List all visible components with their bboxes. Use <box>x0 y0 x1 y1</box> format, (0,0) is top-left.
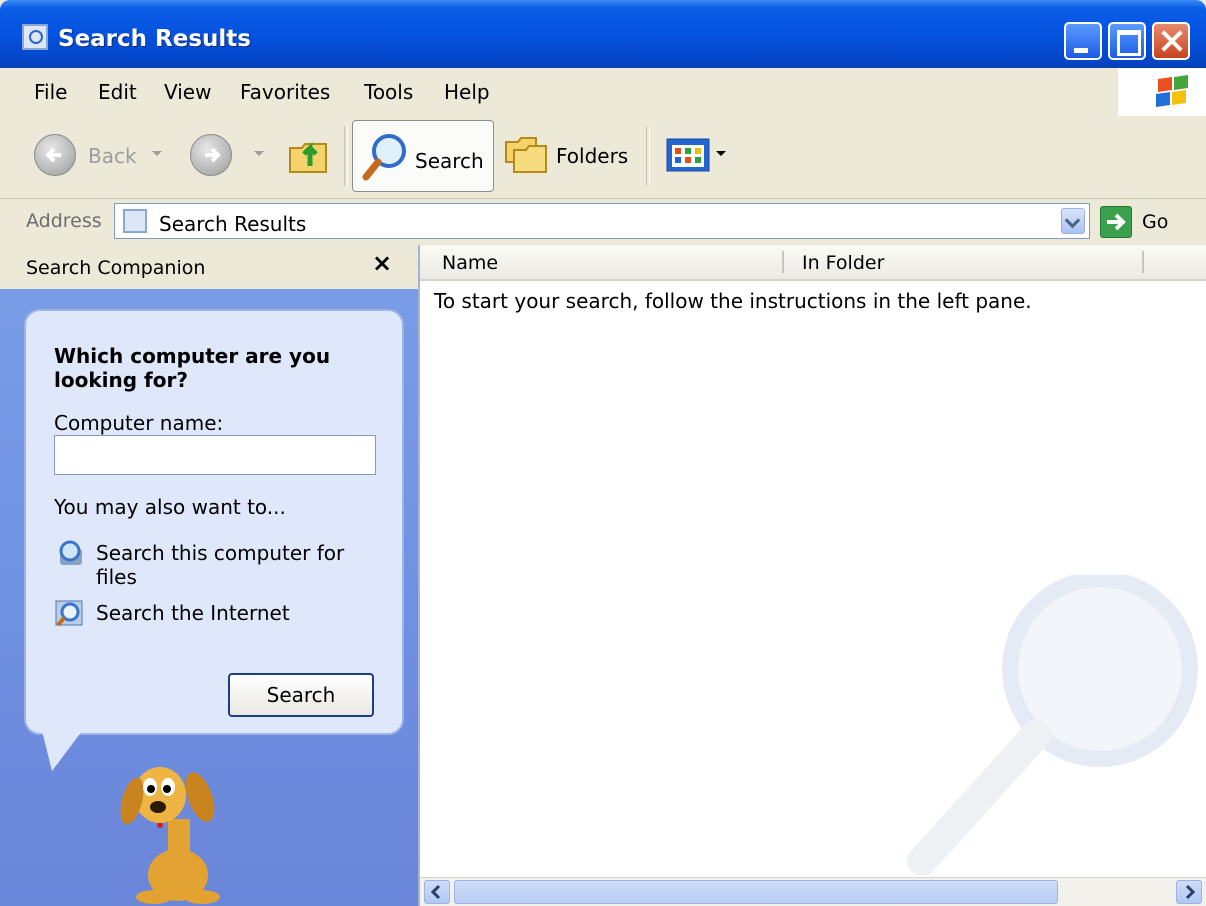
menu-edit[interactable]: Edit <box>98 80 137 104</box>
back-dropdown-icon[interactable] <box>152 151 162 156</box>
menu-file[interactable]: File <box>34 80 67 104</box>
toolbar-separator <box>344 126 348 186</box>
menu-view[interactable]: View <box>164 80 211 104</box>
search-results-icon <box>123 209 147 233</box>
go-button[interactable]: Go <box>1142 211 1168 233</box>
views-dropdown-icon[interactable] <box>716 151 726 156</box>
computer-name-input[interactable] <box>54 435 376 475</box>
search-computer-icon <box>54 539 86 569</box>
scroll-left-icon[interactable] <box>424 880 450 904</box>
forward-dropdown-icon[interactable] <box>254 151 264 156</box>
search-button-label: Search <box>415 149 484 173</box>
search-toolbar-button[interactable]: Search <box>352 120 494 192</box>
magnifier-icon <box>361 131 411 183</box>
menu-bar: File Edit View Favorites Tools Help <box>0 68 1206 117</box>
close-pane-icon[interactable]: × <box>372 249 392 277</box>
toolbar-separator <box>646 126 650 186</box>
views-icon[interactable] <box>666 138 710 172</box>
minimize-button[interactable] <box>1064 22 1102 60</box>
horizontal-scrollbar[interactable] <box>420 877 1206 906</box>
search-computer-files-link[interactable]: Search this computer for files <box>96 541 346 589</box>
search-internet-icon <box>54 599 86 629</box>
folders-button-label[interactable]: Folders <box>556 144 628 168</box>
speech-balloon-tail <box>42 731 82 771</box>
search-companion-title: Search Companion <box>26 257 206 279</box>
scrollbar-thumb[interactable] <box>454 880 1058 904</box>
forward-arrow-icon[interactable] <box>190 134 232 176</box>
maximize-button[interactable] <box>1108 22 1146 60</box>
computer-name-label: Computer name: <box>54 411 224 435</box>
up-folder-icon[interactable] <box>286 132 332 176</box>
search-dog-icon[interactable] <box>120 757 240 905</box>
results-pane: Name In Folder To start your search, fol… <box>418 245 1206 906</box>
windows-logo-icon <box>1118 68 1206 116</box>
magnifier-watermark-icon <box>904 571 1204 876</box>
column-name[interactable]: Name <box>442 252 498 274</box>
window-title: Search Results <box>58 26 251 52</box>
search-companion-header: Search Companion × <box>0 245 418 289</box>
address-value: Search Results <box>159 212 307 236</box>
column-divider[interactable] <box>782 251 784 273</box>
title-bar[interactable]: Search Results <box>0 0 1206 68</box>
address-field[interactable]: Search Results <box>114 203 1090 239</box>
also-want-label: You may also want to... <box>54 495 286 519</box>
menu-tools[interactable]: Tools <box>364 80 413 104</box>
address-bar: Address Search Results Go <box>0 199 1206 245</box>
column-in-folder[interactable]: In Folder <box>802 252 884 274</box>
search-companion-pane: Search Companion × Which computer are yo… <box>0 245 418 906</box>
column-divider[interactable] <box>1142 251 1144 273</box>
explorer-window: Search Results File Edit View Favorites … <box>0 0 1206 906</box>
column-header-row: Name In Folder <box>420 245 1206 281</box>
address-dropdown-button[interactable] <box>1061 208 1085 234</box>
back-label[interactable]: Back <box>88 144 137 168</box>
search-window-icon <box>22 24 48 50</box>
folders-icon[interactable] <box>502 132 550 176</box>
scroll-right-icon[interactable] <box>1176 880 1202 904</box>
menu-favorites[interactable]: Favorites <box>240 80 330 104</box>
address-label: Address <box>26 210 102 232</box>
menu-help[interactable]: Help <box>444 80 490 104</box>
search-internet-link[interactable]: Search the Internet <box>96 601 346 625</box>
search-instructions-text: To start your search, follow the instruc… <box>434 289 1032 313</box>
back-arrow-icon[interactable] <box>34 134 76 176</box>
go-arrow-icon[interactable] <box>1100 206 1132 238</box>
question-heading: Which computer are you looking for? <box>54 344 331 392</box>
close-button[interactable] <box>1152 22 1190 60</box>
standard-toolbar: Back Search Folders <box>0 116 1206 199</box>
search-submit-button[interactable]: Search <box>228 673 374 717</box>
